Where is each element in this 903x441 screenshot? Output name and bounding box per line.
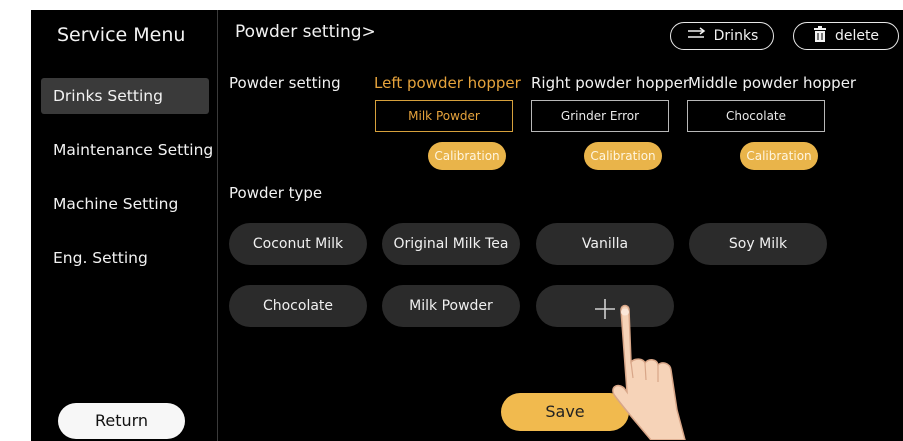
- left-hopper-powder-select[interactable]: Milk Powder: [375, 100, 513, 132]
- sidebar: Service Menu Drinks Setting Maintenance …: [31, 10, 218, 441]
- drinks-button[interactable]: Drinks: [670, 22, 774, 50]
- powder-setting-label: Powder setting: [229, 74, 341, 92]
- middle-hopper-calibration-button[interactable]: Calibration: [740, 142, 818, 170]
- tab-right-powder-hopper[interactable]: Right powder hopper: [531, 74, 689, 92]
- right-hopper-powder-select[interactable]: Grinder Error: [531, 100, 669, 132]
- delete-button[interactable]: delete: [793, 22, 899, 50]
- trash-icon: [813, 26, 827, 46]
- powder-type-coconut-milk[interactable]: Coconut Milk: [229, 223, 367, 265]
- powder-type-vanilla[interactable]: Vanilla: [536, 223, 674, 265]
- drinks-button-label: Drinks: [713, 28, 759, 44]
- middle-hopper-powder-select[interactable]: Chocolate: [687, 100, 825, 132]
- powder-type-original-milk-tea[interactable]: Original Milk Tea: [382, 223, 520, 265]
- tab-left-powder-hopper[interactable]: Left powder hopper: [374, 74, 521, 92]
- delete-button-label: delete: [834, 28, 880, 44]
- powder-type-milk-powder[interactable]: Milk Powder: [382, 285, 520, 327]
- powder-type-soy-milk[interactable]: Soy Milk: [689, 223, 827, 265]
- tab-middle-powder-hopper[interactable]: Middle powder hopper: [688, 74, 856, 92]
- service-menu-screen: Service Menu Drinks Setting Maintenance …: [31, 10, 903, 441]
- page-title: Powder setting>: [235, 22, 376, 42]
- return-button[interactable]: Return: [58, 403, 185, 439]
- sidebar-item-drinks-setting[interactable]: Drinks Setting: [41, 78, 209, 114]
- tapping-hand-icon: [591, 300, 691, 441]
- sidebar-title: Service Menu: [57, 24, 186, 46]
- left-hopper-calibration-button[interactable]: Calibration: [428, 142, 506, 170]
- powder-type-label: Powder type: [229, 184, 323, 202]
- sidebar-item-eng-setting[interactable]: Eng. Setting: [41, 240, 209, 276]
- sidebar-item-maintenance-setting[interactable]: Maintenance Setting: [41, 132, 213, 168]
- powder-type-chocolate[interactable]: Chocolate: [229, 285, 367, 327]
- swap-arrows-icon: [686, 27, 706, 45]
- sidebar-item-machine-setting[interactable]: Machine Setting: [41, 186, 209, 222]
- right-hopper-calibration-button[interactable]: Calibration: [584, 142, 662, 170]
